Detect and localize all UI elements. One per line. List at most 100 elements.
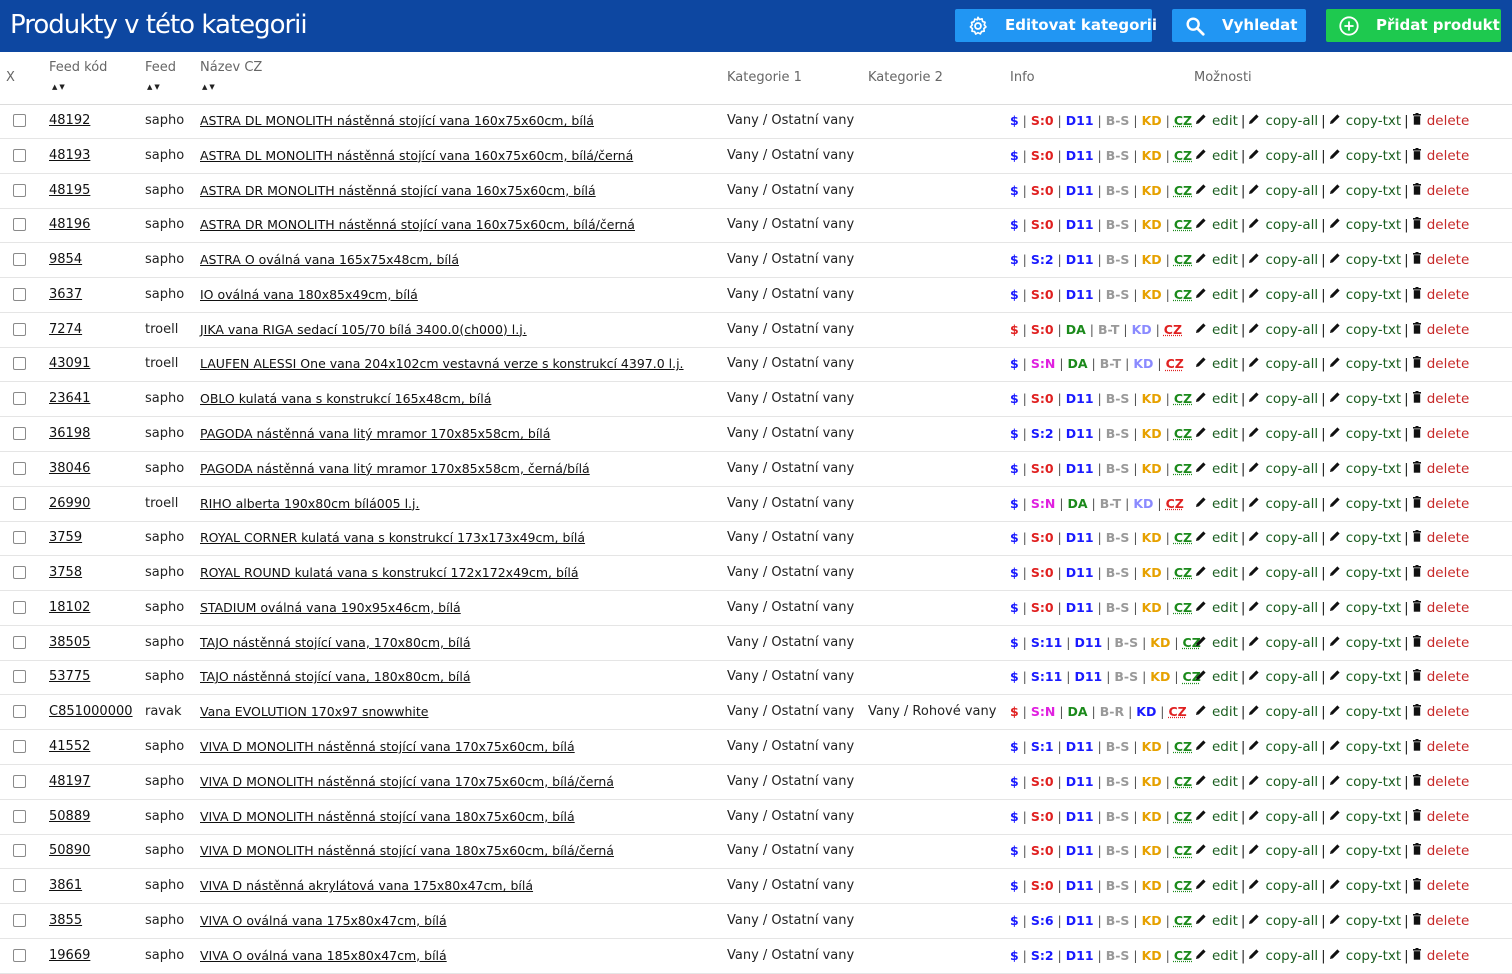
edit-link[interactable]: edit bbox=[1212, 774, 1238, 790]
copy-all-link[interactable]: copy-all bbox=[1265, 356, 1318, 372]
sort-feed-code-arrows[interactable]: ▲▼ bbox=[52, 83, 67, 91]
row-checkbox[interactable] bbox=[13, 635, 26, 649]
edit-link[interactable]: edit bbox=[1212, 426, 1238, 442]
feed-code-link[interactable]: 36198 bbox=[49, 417, 90, 451]
copy-all-link[interactable]: copy-all bbox=[1265, 287, 1318, 303]
feed-code-link[interactable]: 50889 bbox=[49, 800, 90, 834]
copy-all-link[interactable]: copy-all bbox=[1265, 600, 1318, 616]
delete-link[interactable]: delete bbox=[1427, 704, 1470, 720]
row-checkbox[interactable] bbox=[13, 913, 26, 927]
edit-link[interactable]: edit bbox=[1212, 252, 1238, 268]
row-checkbox[interactable] bbox=[13, 392, 26, 406]
edit-link[interactable]: edit bbox=[1212, 391, 1238, 407]
info-flag[interactable]: CZ bbox=[1174, 113, 1192, 128]
copy-all-link[interactable]: copy-all bbox=[1265, 774, 1318, 790]
feed-code-link[interactable]: 3861 bbox=[49, 869, 82, 903]
row-checkbox[interactable] bbox=[13, 670, 26, 684]
info-flag[interactable]: CZ bbox=[1174, 252, 1192, 267]
product-name-link[interactable]: RIHO alberta 190x80cm bílá005 l.j. bbox=[200, 487, 419, 521]
copy-txt-link[interactable]: copy-txt bbox=[1346, 496, 1401, 512]
product-name-link[interactable]: Vana EVOLUTION 170x97 snowwhite bbox=[200, 695, 429, 729]
edit-link[interactable]: edit bbox=[1212, 878, 1238, 894]
delete-link[interactable]: delete bbox=[1427, 113, 1470, 129]
copy-txt-link[interactable]: copy-txt bbox=[1346, 252, 1401, 268]
copy-txt-link[interactable]: copy-txt bbox=[1346, 461, 1401, 477]
feed-code-link[interactable]: 48192 bbox=[49, 104, 90, 138]
product-name-link[interactable]: VIVA D MONOLITH nástěnná stojící vana 18… bbox=[200, 834, 614, 868]
feed-code-link[interactable]: 53775 bbox=[49, 660, 90, 694]
delete-link[interactable]: delete bbox=[1427, 774, 1470, 790]
delete-link[interactable]: delete bbox=[1427, 565, 1470, 581]
edit-link[interactable]: edit bbox=[1212, 356, 1238, 372]
delete-link[interactable]: delete bbox=[1427, 600, 1470, 616]
info-flag[interactable]: CZ bbox=[1174, 774, 1192, 789]
feed-code-link[interactable]: 38505 bbox=[49, 626, 90, 660]
copy-txt-link[interactable]: copy-txt bbox=[1346, 530, 1401, 546]
feed-code-link[interactable]: 48195 bbox=[49, 174, 90, 208]
edit-link[interactable]: edit bbox=[1212, 600, 1238, 616]
delete-link[interactable]: delete bbox=[1427, 391, 1470, 407]
row-checkbox[interactable] bbox=[13, 705, 26, 719]
feed-code-link[interactable]: 3758 bbox=[49, 556, 82, 590]
copy-txt-link[interactable]: copy-txt bbox=[1346, 704, 1401, 720]
copy-all-link[interactable]: copy-all bbox=[1265, 113, 1318, 129]
copy-all-link[interactable]: copy-all bbox=[1265, 739, 1318, 755]
info-flag[interactable]: CZ bbox=[1174, 426, 1192, 441]
product-name-link[interactable]: IO oválná vana 180x85x49cm, bílá bbox=[200, 278, 418, 312]
copy-txt-link[interactable]: copy-txt bbox=[1346, 774, 1401, 790]
copy-all-link[interactable]: copy-all bbox=[1265, 496, 1318, 512]
copy-txt-link[interactable]: copy-txt bbox=[1346, 913, 1401, 929]
sort-name-arrows[interactable]: ▲▼ bbox=[202, 83, 217, 91]
delete-link[interactable]: delete bbox=[1427, 635, 1470, 651]
row-checkbox[interactable] bbox=[13, 879, 26, 893]
copy-all-link[interactable]: copy-all bbox=[1265, 183, 1318, 199]
edit-link[interactable]: edit bbox=[1212, 287, 1238, 303]
row-checkbox[interactable] bbox=[13, 809, 26, 823]
delete-link[interactable]: delete bbox=[1427, 356, 1470, 372]
edit-link[interactable]: edit bbox=[1212, 948, 1238, 964]
product-name-link[interactable]: ASTRA DR MONOLITH nástěnná stojící vana … bbox=[200, 174, 596, 208]
copy-txt-link[interactable]: copy-txt bbox=[1346, 635, 1401, 651]
row-checkbox[interactable] bbox=[13, 148, 26, 162]
info-flag[interactable]: CZ bbox=[1174, 217, 1192, 232]
copy-all-link[interactable]: copy-all bbox=[1265, 843, 1318, 859]
copy-txt-link[interactable]: copy-txt bbox=[1346, 183, 1401, 199]
product-name-link[interactable]: ASTRA DR MONOLITH nástěnná stojící vana … bbox=[200, 208, 635, 242]
row-checkbox[interactable] bbox=[13, 287, 26, 301]
copy-all-link[interactable]: copy-all bbox=[1265, 565, 1318, 581]
feed-code-link[interactable]: 3855 bbox=[49, 904, 82, 938]
edit-category-button[interactable]: Editovat kategorii bbox=[955, 9, 1157, 42]
row-checkbox[interactable] bbox=[13, 427, 26, 441]
copy-all-link[interactable]: copy-all bbox=[1265, 530, 1318, 546]
copy-txt-link[interactable]: copy-txt bbox=[1346, 113, 1401, 129]
product-name-link[interactable]: ASTRA O oválná vana 165x75x48cm, bílá bbox=[200, 243, 459, 277]
row-checkbox[interactable] bbox=[13, 740, 26, 754]
copy-txt-link[interactable]: copy-txt bbox=[1346, 948, 1401, 964]
delete-link[interactable]: delete bbox=[1427, 878, 1470, 894]
edit-link[interactable]: edit bbox=[1212, 217, 1238, 233]
copy-all-link[interactable]: copy-all bbox=[1265, 252, 1318, 268]
delete-link[interactable]: delete bbox=[1427, 669, 1470, 685]
feed-code-link[interactable]: 48196 bbox=[49, 208, 90, 242]
copy-txt-link[interactable]: copy-txt bbox=[1346, 322, 1401, 338]
edit-link[interactable]: edit bbox=[1212, 113, 1238, 129]
delete-link[interactable]: delete bbox=[1427, 287, 1470, 303]
copy-txt-link[interactable]: copy-txt bbox=[1346, 843, 1401, 859]
info-flag[interactable]: CZ bbox=[1174, 809, 1192, 824]
edit-link[interactable]: edit bbox=[1212, 496, 1238, 512]
product-name-link[interactable]: STADIUM oválná vana 190x95x46cm, bílá bbox=[200, 591, 461, 625]
info-flag[interactable]: CZ bbox=[1174, 183, 1192, 198]
copy-txt-link[interactable]: copy-txt bbox=[1346, 669, 1401, 685]
product-name-link[interactable]: VIVA D MONOLITH nástěnná stojící vana 18… bbox=[200, 800, 575, 834]
product-name-link[interactable]: VIVA D nástěnná akrylátová vana 175x80x4… bbox=[200, 869, 533, 903]
row-checkbox[interactable] bbox=[13, 496, 26, 510]
row-checkbox[interactable] bbox=[13, 357, 26, 371]
feed-code-link[interactable]: 23641 bbox=[49, 382, 90, 416]
copy-all-link[interactable]: copy-all bbox=[1265, 809, 1318, 825]
edit-link[interactable]: edit bbox=[1212, 635, 1238, 651]
edit-link[interactable]: edit bbox=[1212, 183, 1238, 199]
delete-link[interactable]: delete bbox=[1427, 843, 1470, 859]
product-name-link[interactable]: ROYAL CORNER kulatá vana s konstrukcí 17… bbox=[200, 521, 585, 555]
copy-txt-link[interactable]: copy-txt bbox=[1346, 878, 1401, 894]
product-name-link[interactable]: PAGODA nástěnná vana litý mramor 170x85x… bbox=[200, 417, 550, 451]
